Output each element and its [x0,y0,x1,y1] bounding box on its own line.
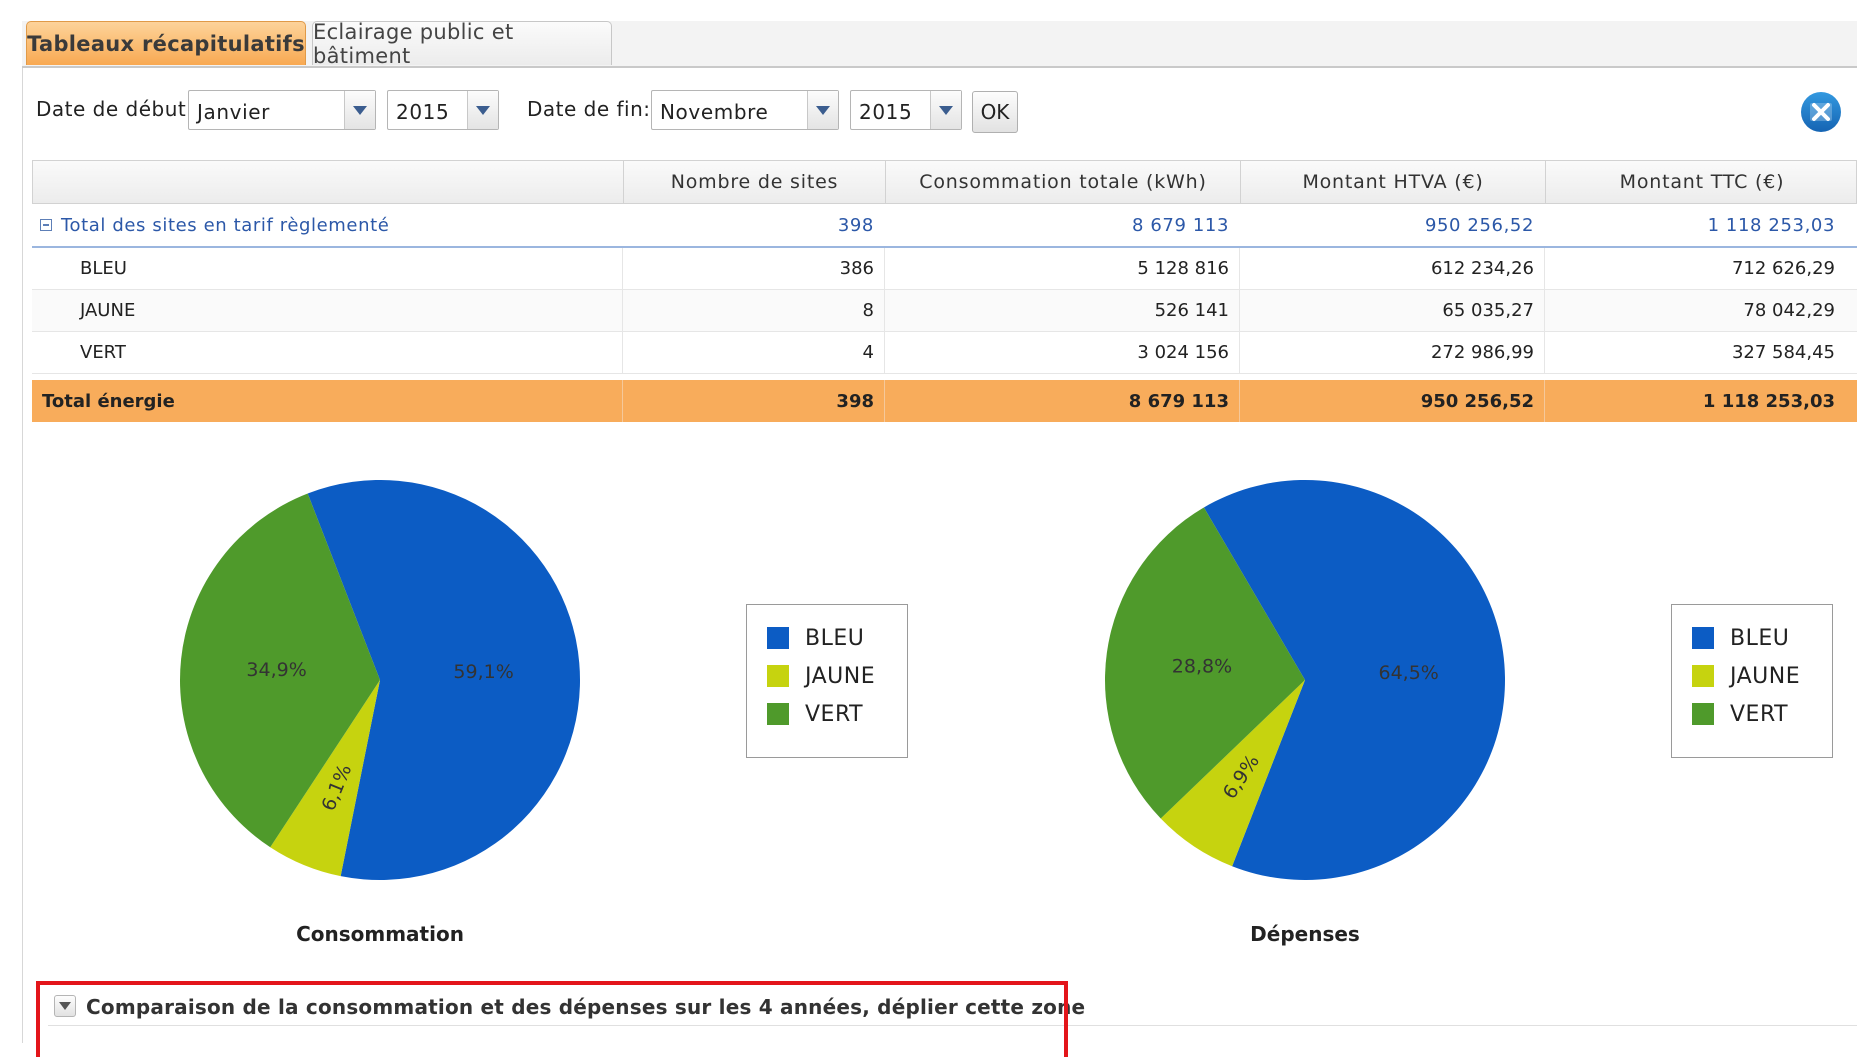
group-label: Total des sites en tarif règlementé [61,214,390,236]
legend-item: BLEU [1692,625,1789,651]
row-htva: 612 234,26 [1239,248,1544,289]
legend-label: VERT [1730,701,1789,727]
header-site-count[interactable]: Nombre de sites [623,161,885,203]
end-year-select[interactable]: 2015 [850,90,962,130]
legend-swatch [1692,627,1714,649]
highlight-box [36,981,1068,1057]
group-consumption: 8 679 113 [1131,214,1229,236]
header-cell [33,161,623,203]
total-label: Total énergie [42,390,175,412]
end-month-value: Novembre [660,100,769,124]
chevron-down-icon[interactable] [807,91,838,129]
expenses-pie-chart: 64,5%6,9%28,8% [1105,480,1505,880]
row-ttc: 78 042,29 [1544,290,1857,331]
header-total-consumption[interactable]: Consommation totale (kWh) [885,161,1240,203]
pie-data-label: 64,5% [1379,662,1439,684]
row-ttc: 327 584,45 [1544,332,1857,373]
legend-swatch [767,703,789,725]
legend-swatch [767,665,789,687]
legend-swatch [1692,665,1714,687]
row-consumption: 526 141 [884,290,1239,331]
group-sites: 398 [837,214,874,236]
legend-label: JAUNE [805,663,876,689]
table-row[interactable]: JAUNE 8 526 141 65 035,27 78 042,29 [32,290,1857,332]
row-sites: 386 [622,248,884,289]
ok-button[interactable]: OK [972,91,1018,133]
legend-label: BLEU [1730,625,1790,651]
chevron-down-icon[interactable] [930,91,961,129]
group-label-cell[interactable]: Total des sites en tarif règlementé [32,204,622,246]
end-month-select[interactable]: Novembre [651,90,839,130]
row-sites: 8 [622,290,884,331]
row-htva: 272 986,99 [1239,332,1544,373]
tab-bar: Tableaux récapitulatifs Eclairage public… [22,20,1857,68]
legend-item: JAUNE [1692,663,1800,689]
tab-summary-tables[interactable]: Tableaux récapitulatifs [26,21,306,65]
total-htva: 950 256,52 [1239,380,1544,422]
consumption-legend: BLEU JAUNE VERT [746,604,908,758]
total-ttc: 1 118 253,03 [1544,380,1857,422]
legend-item: BLEU [767,625,864,651]
legend-item: VERT [1692,701,1788,727]
legend-item: VERT [767,701,863,727]
table-row[interactable]: BLEU 386 5 128 816 612 234,26 712 626,29 [32,248,1857,290]
expenses-legend: BLEU JAUNE VERT [1671,604,1833,758]
tab-public-lighting[interactable]: Eclairage public et bâtiment [312,20,612,68]
group-row[interactable]: Total des sites en tarif règlementé 398 … [32,204,1857,248]
row-label: BLEU [80,258,127,279]
start-year-value: 2015 [396,100,450,124]
table-row[interactable]: VERT 4 3 024 156 272 986,99 327 584,45 [32,332,1857,374]
total-row: Total énergie 398 8 679 113 950 256,52 1… [32,380,1857,422]
group-htva: 950 256,52 [1424,214,1534,236]
total-consumption: 8 679 113 [884,380,1239,422]
pie-data-label: 59,1% [453,661,513,683]
legend-label: BLEU [805,625,865,651]
row-label: JAUNE [80,300,136,321]
pie-data-label: 28,8% [1172,656,1232,678]
table-header: Nombre de sites Consommation totale (kWh… [32,160,1857,204]
end-date-label: Date de fin: [527,97,651,121]
row-sites: 4 [622,332,884,373]
header-amount-excl-vat[interactable]: Montant HTVA (€) [1240,161,1545,203]
header-amount-incl-vat[interactable]: Montant TTC (€) [1545,161,1857,203]
legend-label: VERT [805,701,864,727]
group-ttc: 1 118 253,03 [1707,214,1835,236]
start-month-value: Janvier [197,100,270,124]
panel-border [22,68,23,1043]
excel-export-icon[interactable] [1801,92,1841,132]
legend-swatch [767,627,789,649]
chevron-down-icon[interactable] [344,91,375,129]
legend-swatch [1692,703,1714,725]
legend-label: JAUNE [1730,663,1801,689]
collapse-icon[interactable] [40,219,52,231]
total-sites: 398 [622,380,884,422]
chevron-down-icon[interactable] [467,91,498,129]
row-label: VERT [80,342,126,363]
expenses-chart-title: Dépenses [1250,922,1360,946]
row-consumption: 3 024 156 [884,332,1239,373]
row-htva: 65 035,27 [1239,290,1544,331]
row-ttc: 712 626,29 [1544,248,1857,289]
consumption-chart-title: Consommation [296,922,464,946]
start-month-select[interactable]: Janvier [188,90,376,130]
start-year-select[interactable]: 2015 [387,90,499,130]
legend-item: JAUNE [767,663,875,689]
end-year-value: 2015 [859,100,913,124]
start-date-label: Date de début: [36,97,194,121]
consumption-pie-chart: 59,1%6,1%34,9% [180,480,580,880]
pie-data-label: 34,9% [246,659,306,681]
row-consumption: 5 128 816 [884,248,1239,289]
